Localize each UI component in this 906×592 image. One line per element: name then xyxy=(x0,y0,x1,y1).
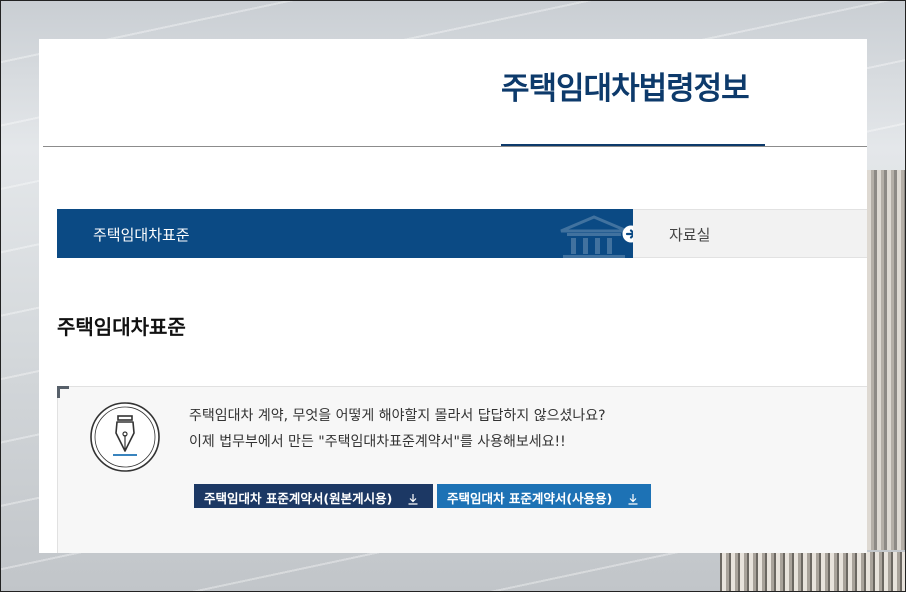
header-divider xyxy=(43,146,867,147)
background-curtain-bottom xyxy=(720,552,906,592)
tab-resources[interactable]: 자료실 xyxy=(633,209,867,258)
tab-label: 주택임대차표준 xyxy=(93,226,190,244)
download-usage-button[interactable]: 주택임대차 표준계약서(사용용) xyxy=(437,484,651,508)
download-original-label: 주택임대차 표준계약서(원본게시용) xyxy=(204,491,393,506)
fountain-pen-icon xyxy=(90,402,160,472)
info-text-suggestion: 이제 법무부에서 만든 "주택임대차표준계약서"를 사용해보세요!! xyxy=(189,434,566,450)
download-icon xyxy=(408,494,418,505)
info-text-question: 주택임대차 계약, 무엇을 어떻게 해야할지 몰라서 답답하지 않으셨나요? xyxy=(189,408,606,424)
tab-label: 자료실 xyxy=(669,226,711,244)
page-heading: 주택임대차표준 xyxy=(57,315,186,339)
download-icon xyxy=(628,494,638,505)
download-usage-label: 주택임대차 표준계약서(사용용) xyxy=(447,491,613,506)
corner-decoration xyxy=(57,386,69,398)
tab-housing-lease-standard[interactable]: 주택임대차표준 xyxy=(57,209,640,258)
building-icon xyxy=(560,215,628,258)
download-original-button[interactable]: 주택임대차 표준계약서(원본게시용) xyxy=(194,484,433,508)
site-title: 주택임대차법령정보 xyxy=(501,71,750,107)
background-curtain xyxy=(864,170,906,550)
content-card: 주택임대차법령정보 주택임대차표준 자료실 주택임대차표준 주택임대차 계약, … xyxy=(39,39,867,553)
